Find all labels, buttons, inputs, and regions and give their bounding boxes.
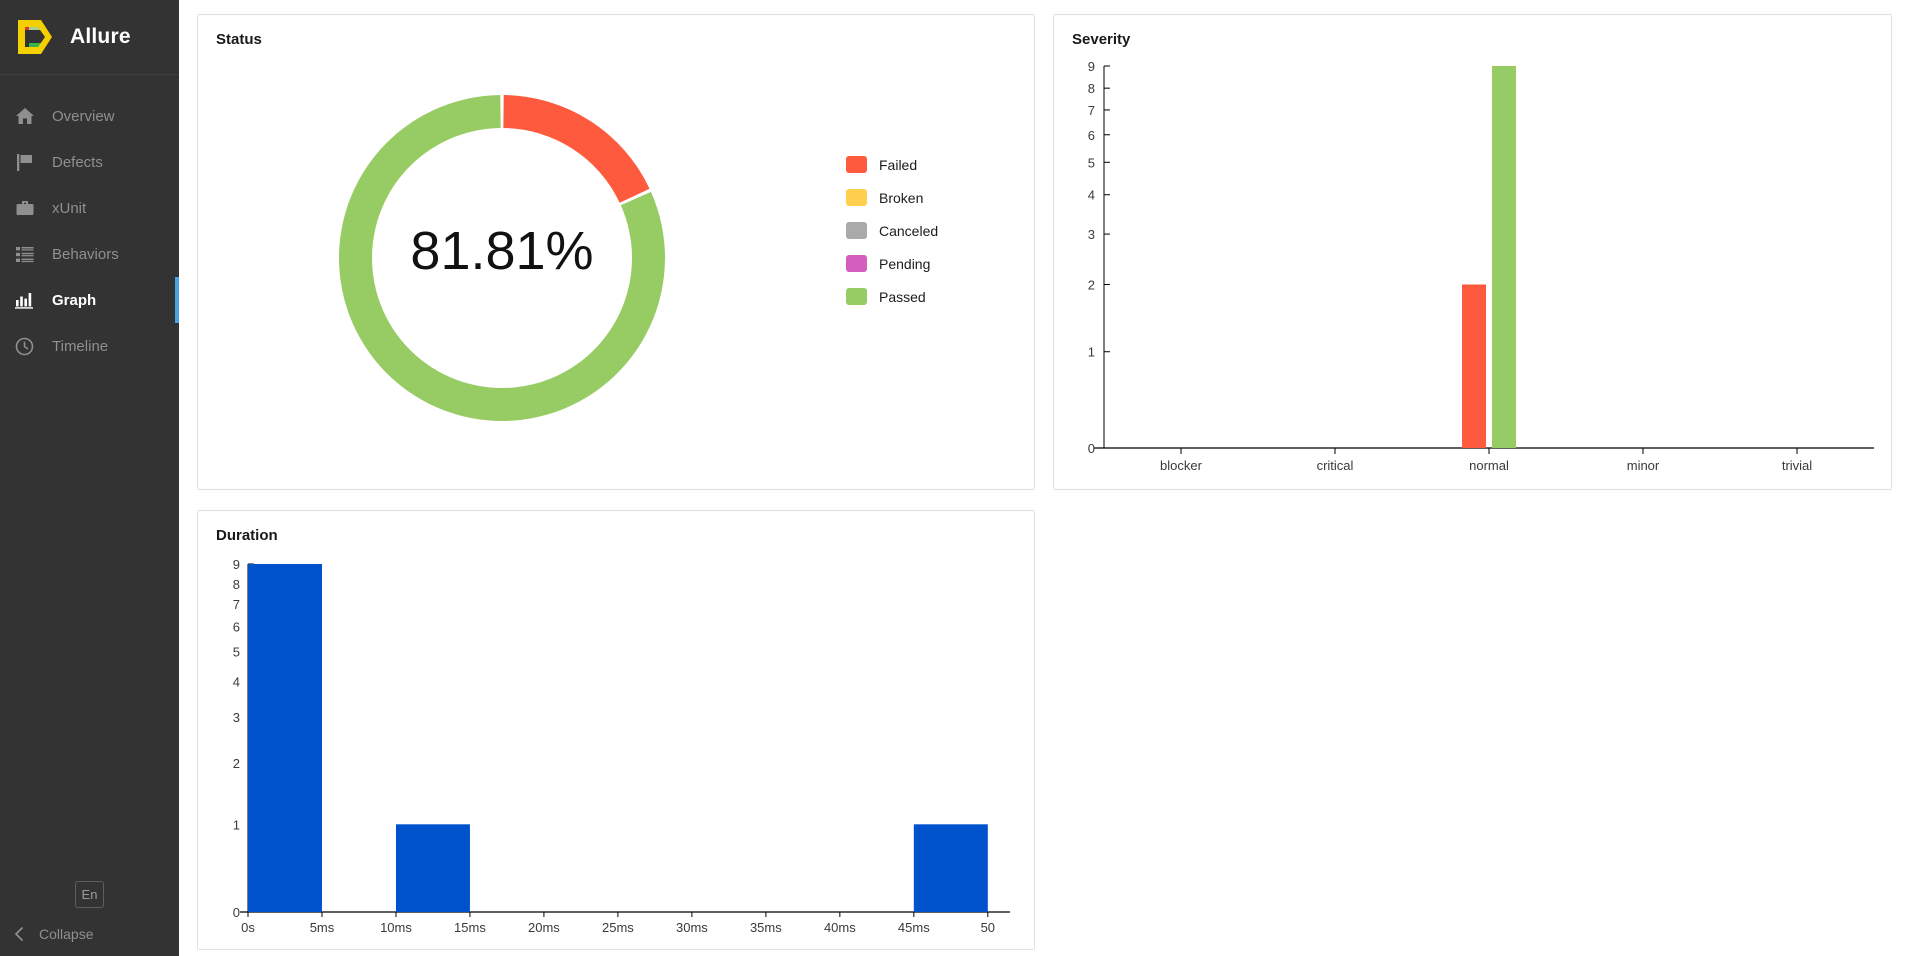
- legend-label-pending: Pending: [879, 255, 931, 272]
- legend-item-canceled[interactable]: Canceled: [846, 222, 938, 239]
- svg-text:1: 1: [233, 817, 240, 832]
- duration-card-title: Duration: [216, 527, 278, 544]
- svg-text:25ms: 25ms: [602, 920, 634, 935]
- sidebar-footer: En Collapse: [0, 881, 179, 956]
- status-donut-chart: 81.81% Failed Broken Canceled Pending Pa…: [198, 48, 1034, 468]
- collapse-label: Collapse: [39, 926, 94, 942]
- svg-text:7: 7: [233, 597, 240, 612]
- legend-swatch-canceled: [846, 222, 867, 239]
- svg-text:30ms: 30ms: [676, 920, 708, 935]
- sidebar-item-label: Overview: [52, 107, 115, 125]
- svg-text:7: 7: [1088, 103, 1095, 118]
- brand-name: Allure: [70, 25, 131, 48]
- severity-card: Severity 0 1 2 3 4 5 6 7 8 9 blocker critical normal…: [1053, 14, 1892, 490]
- svg-text:35ms: 35ms: [750, 920, 782, 935]
- svg-text:0: 0: [233, 905, 240, 920]
- allure-report-page: Allure Overview Defects xUnit Behaviors …: [0, 0, 1906, 956]
- legend-label-broken: Broken: [879, 189, 924, 206]
- svg-text:50: 50: [981, 920, 995, 935]
- svg-text:5: 5: [233, 645, 240, 660]
- home-icon: [15, 105, 41, 127]
- svg-text:10ms: 10ms: [380, 920, 412, 935]
- sidebar: Allure Overview Defects xUnit Behaviors …: [0, 0, 179, 956]
- svg-text:1: 1: [1088, 345, 1095, 360]
- legend-label-failed: Failed: [879, 156, 918, 173]
- svg-text:40ms: 40ms: [824, 920, 856, 935]
- svg-text:0: 0: [1088, 441, 1095, 456]
- svg-text:0s: 0s: [241, 920, 255, 935]
- active-indicator: [175, 277, 179, 323]
- sidebar-item-defects[interactable]: Defects: [0, 139, 179, 185]
- svg-text:2: 2: [1088, 278, 1095, 293]
- sidebar-item-xunit[interactable]: xUnit: [0, 185, 179, 231]
- list-icon: [15, 243, 41, 265]
- svg-text:8: 8: [1088, 81, 1095, 96]
- svg-text:normal: normal: [1469, 458, 1509, 473]
- svg-text:2: 2: [233, 756, 240, 771]
- status-card-title: Status: [216, 31, 262, 48]
- legend-swatch-passed: [846, 288, 867, 305]
- flag-icon: [15, 151, 41, 173]
- svg-text:minor: minor: [1627, 458, 1660, 473]
- svg-text:critical: critical: [1317, 458, 1354, 473]
- legend-item-passed[interactable]: Passed: [846, 288, 938, 305]
- chevron-left-icon: [14, 926, 25, 942]
- svg-text:20ms: 20ms: [528, 920, 560, 935]
- svg-text:6: 6: [1088, 128, 1095, 143]
- sidebar-item-timeline[interactable]: Timeline: [0, 323, 179, 369]
- legend-item-broken[interactable]: Broken: [846, 189, 938, 206]
- sidebar-item-label: xUnit: [52, 199, 87, 217]
- collapse-button[interactable]: Collapse: [0, 926, 93, 942]
- sidebar-item-label: Timeline: [52, 337, 109, 355]
- bar-chart-icon: [15, 289, 41, 311]
- svg-text:5: 5: [1088, 155, 1095, 170]
- sidebar-item-graph[interactable]: Graph: [0, 277, 179, 323]
- legend-label-canceled: Canceled: [879, 222, 939, 239]
- svg-text:8: 8: [233, 577, 240, 592]
- svg-text:3: 3: [233, 710, 240, 725]
- brand-header[interactable]: Allure: [0, 0, 179, 75]
- status-card: Status 81.81% Failed Broken Canceled Pen…: [197, 14, 1035, 490]
- language-button[interactable]: En: [75, 881, 104, 908]
- svg-text:4: 4: [1088, 188, 1095, 203]
- status-legend: Failed Broken Canceled Pending Passed: [846, 156, 938, 305]
- legend-item-pending[interactable]: Pending: [846, 255, 938, 272]
- svg-text:45ms: 45ms: [898, 920, 930, 935]
- status-percentage-label: 81.81%: [410, 221, 594, 281]
- sidebar-item-overview[interactable]: Overview: [0, 93, 179, 139]
- severity-bar-chart: 0 1 2 3 4 5 6 7 8 9 blocker critical normal minor triv…: [1088, 59, 1874, 473]
- duration-card: Duration 0 1 2 3 4 5 6 7 8 9 0s 5ms 10ms 15ms 20ms 25ms…: [197, 510, 1035, 950]
- svg-text:trivial: trivial: [1782, 458, 1812, 473]
- main-content: Status 81.81% Failed Broken Canceled Pen…: [179, 0, 1906, 956]
- svg-text:3: 3: [1088, 227, 1095, 242]
- clock-icon: [15, 335, 41, 357]
- legend-swatch-failed: [846, 156, 867, 173]
- sidebar-item-behaviors[interactable]: Behaviors: [0, 231, 179, 277]
- svg-text:5ms: 5ms: [310, 920, 335, 935]
- sidebar-item-label: Behaviors: [52, 245, 119, 263]
- allure-logo-icon: [12, 16, 56, 58]
- svg-text:4: 4: [233, 674, 240, 689]
- legend-swatch-broken: [846, 189, 867, 206]
- severity-card-title: Severity: [1072, 31, 1131, 48]
- svg-text:9: 9: [1088, 59, 1095, 74]
- svg-text:6: 6: [233, 620, 240, 635]
- svg-text:9: 9: [233, 557, 240, 572]
- legend-item-failed[interactable]: Failed: [846, 156, 938, 173]
- legend-swatch-pending: [846, 255, 867, 272]
- sidebar-item-label: Graph: [52, 291, 97, 309]
- briefcase-icon: [15, 197, 41, 219]
- svg-text:15ms: 15ms: [454, 920, 486, 935]
- charts-row-top: Status 81.81% Failed Broken Canceled Pen…: [197, 14, 1892, 490]
- sidebar-nav: Overview Defects xUnit Behaviors Graph T…: [0, 93, 179, 369]
- svg-text:blocker: blocker: [1160, 458, 1203, 473]
- duration-histogram-chart: 0 1 2 3 4 5 6 7 8 9 0s 5ms 10ms 15ms 20ms 25ms 30ms 35ms 4…: [233, 557, 1010, 935]
- legend-label-passed: Passed: [879, 288, 926, 305]
- sidebar-item-label: Defects: [52, 153, 103, 171]
